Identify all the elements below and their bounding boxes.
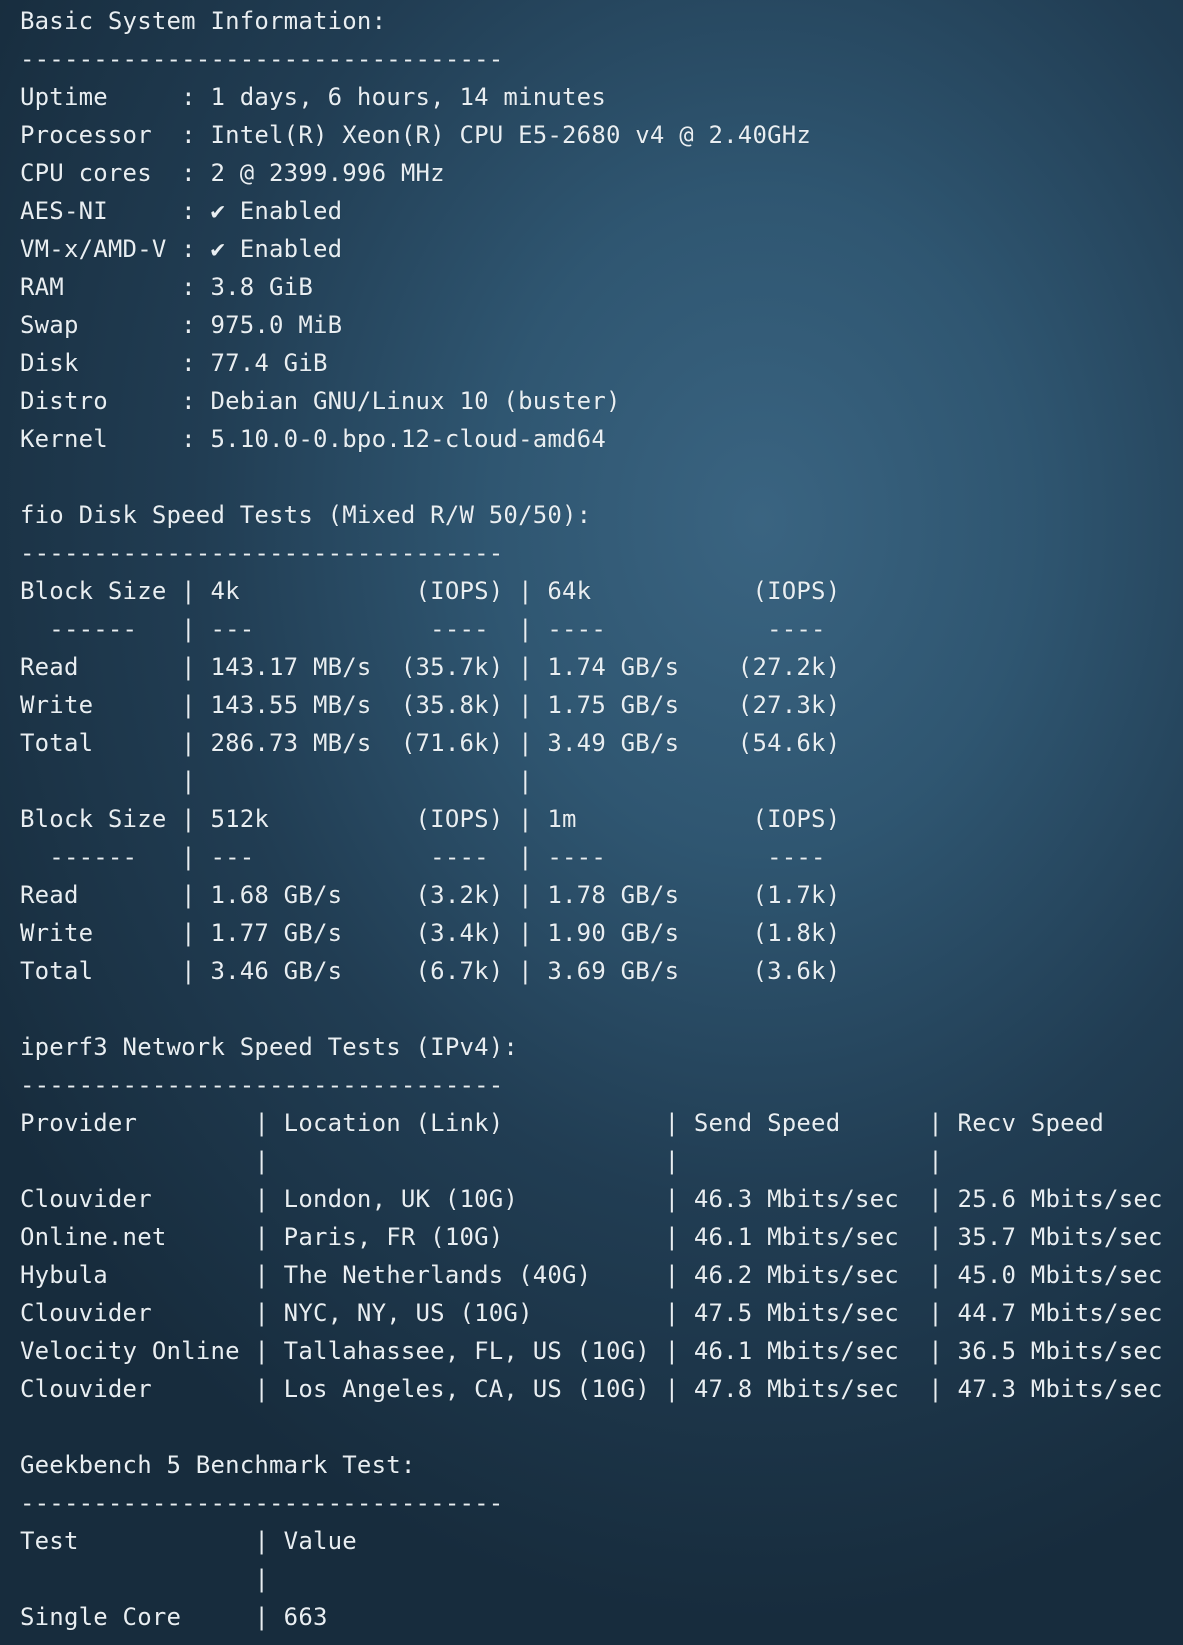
terminal-line: CPU cores : 2 @ 2399.996 MHz [20, 159, 445, 187]
terminal-line: VM-x/AMD-V : ✔ Enabled [20, 235, 343, 263]
terminal-line: | | | [20, 1147, 943, 1175]
terminal-line: --------------------------------- [20, 1071, 504, 1099]
terminal-line: Clouvider | NYC, NY, US (10G) | 47.5 Mbi… [20, 1299, 1163, 1327]
terminal-line: --------------------------------- [20, 539, 504, 567]
terminal-line: --------------------------------- [20, 45, 504, 73]
terminal-line: ------ | --- ---- | ---- ---- [20, 843, 826, 871]
terminal-line: AES-NI : ✔ Enabled [20, 197, 343, 225]
terminal-line: Write | 1.77 GB/s (3.4k) | 1.90 GB/s (1.… [20, 919, 841, 947]
terminal-line: Velocity Online | Tallahassee, FL, US (1… [20, 1337, 1163, 1365]
terminal-line: RAM : 3.8 GiB [20, 273, 313, 301]
terminal-line: Test | Value [20, 1527, 357, 1555]
terminal-line: Swap : 975.0 MiB [20, 311, 343, 339]
terminal-line: Block Size | 512k (IOPS) | 1m (IOPS) [20, 805, 841, 833]
terminal-line: Provider | Location (Link) | Send Speed … [20, 1109, 1105, 1137]
terminal-line: Kernel : 5.10.0-0.bpo.12-cloud-amd64 [20, 425, 606, 453]
terminal-line: Single Core | 663 [20, 1603, 328, 1631]
terminal-line: Clouvider | Los Angeles, CA, US (10G) | … [20, 1375, 1163, 1403]
terminal-line: Disk : 77.4 GiB [20, 349, 328, 377]
terminal-line: | [20, 1565, 270, 1593]
terminal-line: fio Disk Speed Tests (Mixed R/W 50/50): [20, 501, 592, 529]
terminal-line: Total | 286.73 MB/s (71.6k) | 3.49 GB/s … [20, 729, 841, 757]
terminal-line: Geekbench 5 Benchmark Test: [20, 1451, 416, 1479]
terminal-line: Online.net | Paris, FR (10G) | 46.1 Mbit… [20, 1223, 1163, 1251]
terminal-line: | | [20, 767, 533, 795]
terminal-line: Block Size | 4k (IOPS) | 64k (IOPS) [20, 577, 841, 605]
terminal-line: Read | 1.68 GB/s (3.2k) | 1.78 GB/s (1.7… [20, 881, 841, 909]
terminal-line: ------ | --- ---- | ---- ---- [20, 615, 826, 643]
terminal-line: iperf3 Network Speed Tests (IPv4): [20, 1033, 519, 1061]
terminal-line: Hybula | The Netherlands (40G) | 46.2 Mb… [20, 1261, 1163, 1289]
terminal-line: Read | 143.17 MB/s (35.7k) | 1.74 GB/s (… [20, 653, 841, 681]
terminal-line: Write | 143.55 MB/s (35.8k) | 1.75 GB/s … [20, 691, 841, 719]
terminal-line: Distro : Debian GNU/Linux 10 (buster) [20, 387, 621, 415]
terminal-line: Basic System Information: [20, 7, 387, 35]
terminal-line: --------------------------------- [20, 1489, 504, 1517]
terminal-line: Total | 3.46 GB/s (6.7k) | 3.69 GB/s (3.… [20, 957, 841, 985]
terminal-output: Basic System Information: ---------------… [20, 2, 1170, 1642]
terminal-line: Uptime : 1 days, 6 hours, 14 minutes [20, 83, 606, 111]
terminal-line: Clouvider | London, UK (10G) | 46.3 Mbit… [20, 1185, 1163, 1213]
terminal-line: Processor : Intel(R) Xeon(R) CPU E5-2680… [20, 121, 812, 149]
